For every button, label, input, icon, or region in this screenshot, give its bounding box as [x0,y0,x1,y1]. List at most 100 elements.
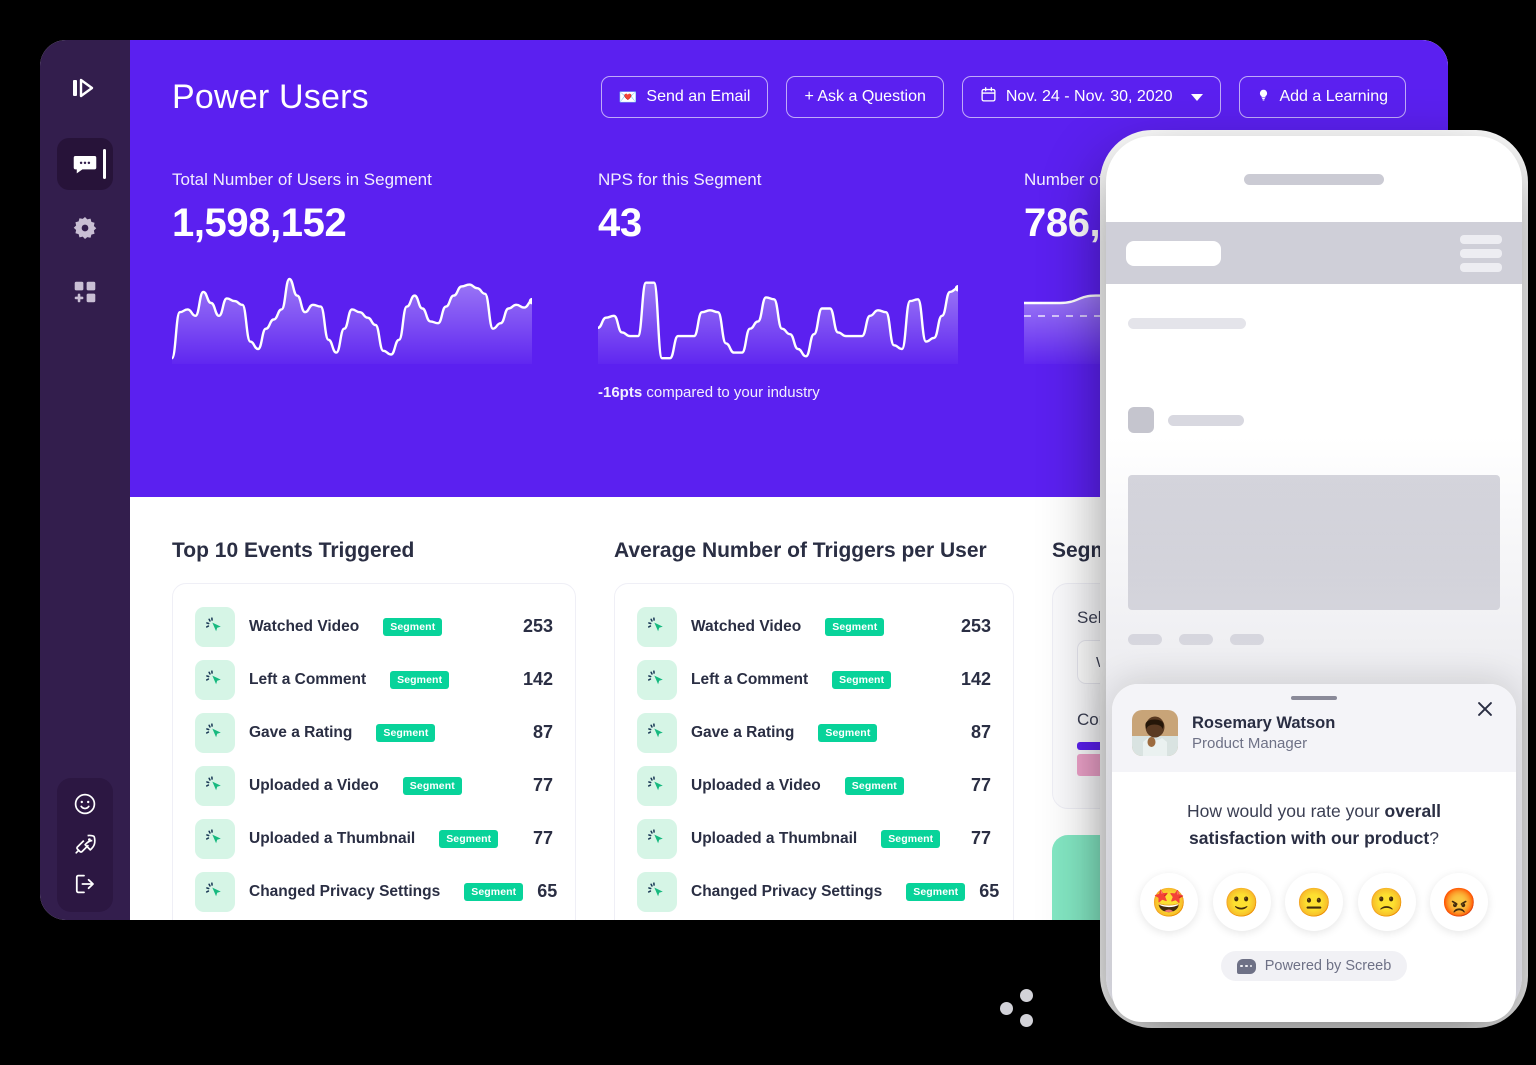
smiley-face-icon[interactable] [73,792,97,816]
status-badge: Segment [818,723,878,742]
lightbulb-icon [1257,86,1270,109]
sidebar-item-integrations[interactable] [57,266,113,318]
table-row[interactable]: Gave a Rating Segment 87 [195,706,553,759]
author-role: Product Manager [1192,734,1308,752]
survey-question: How would you rate your overall satisfac… [1138,798,1490,851]
click-cursor-icon [637,818,677,859]
event-name: Left a Comment [249,670,367,688]
table-row[interactable]: Uploaded a Thumbnail Segment 77 [195,812,553,865]
dot [1020,989,1033,1002]
event-count: 87 [532,722,553,742]
event-name: Uploaded a Video [249,776,379,794]
click-cursor-icon [195,765,235,806]
event-name: Uploaded a Thumbnail [691,829,858,847]
sidebar-item-settings[interactable] [57,202,113,254]
status-badge: Segment [844,776,904,795]
neutral-face-emoji[interactable]: 😐 [1285,873,1343,932]
event-name: Gave a Rating [691,723,795,741]
event-count: 77 [970,828,991,848]
logout-icon[interactable] [73,872,97,896]
hamburger-menu-icon[interactable] [1460,234,1502,272]
event-name: Watched Video [249,617,360,635]
event-count: 87 [970,722,991,742]
table-row[interactable]: Changed Privacy Settings Segment 65 [637,865,999,918]
header-actions: 💌 Send an Email + Ask a Question Nov. 24… [600,76,1406,118]
kpi-delta: -16pts [598,384,643,401]
sidebar-item-messages[interactable] [57,138,113,190]
slightly-smiling-emoji[interactable]: 🙂 [1212,873,1271,932]
click-cursor-icon [637,606,677,647]
events-card: Watched Video Segment 253 Left a Comment Seg… [614,583,1014,920]
table-row[interactable]: Watched Video Segment 253 [637,600,991,653]
event-count: 142 [522,669,553,689]
close-icon[interactable] [1474,698,1496,720]
phone-speaker-bar [1106,136,1522,222]
phone-chip [1179,634,1213,645]
table-row[interactable]: Left a Comment Segment 142 [195,653,553,706]
click-cursor-icon [637,659,677,700]
table-row[interactable]: Watched Video Segment 253 [195,600,553,653]
slightly-frowning-emoji[interactable]: 🙁 [1357,873,1416,932]
event-name: Left a Comment [691,670,809,688]
author-name: Rosemary Watson [1192,713,1336,732]
survey-sheet: Rosemary Watson Product Manager How woul… [1112,684,1516,1022]
status-badge: Segment [439,829,499,848]
hamburger-line [1460,234,1502,244]
panel-title: Average Number of Triggers per User [614,539,987,562]
gear-icon [73,216,97,240]
ask-question-button[interactable]: + Ask a Question [786,76,944,118]
click-cursor-icon [637,765,677,806]
click-cursor-icon [195,606,235,647]
phone-chip-row [1128,634,1500,645]
click-cursor-icon [195,659,235,700]
event-name: Watched Video [691,617,802,635]
chat-bubble-icon [73,155,97,174]
status-badge: Segment [825,617,885,636]
star-struck-emoji[interactable]: 🤩 [1140,873,1198,932]
status-badge: Segment [376,723,436,742]
table-row[interactable]: Gave a Rating Segment 87 [637,706,991,759]
table-row[interactable]: Uploaded a Thumbnail Segment 77 [637,812,991,865]
survey-author: Rosemary Watson Product Manager [1132,710,1496,756]
powered-by-badge[interactable]: Powered by Screeb [1220,951,1408,982]
click-cursor-icon [637,712,677,753]
table-row[interactable]: Left a Comment Segment 142 [637,653,991,706]
chevron-down-icon[interactable] [1191,93,1204,101]
collapse-panel-icon[interactable] [63,66,107,110]
phone-text-placeholder [1128,318,1246,329]
dot [1020,1014,1033,1027]
status-badge: Segment [383,617,443,636]
phone-image-placeholder [1128,475,1500,610]
rocket-icon[interactable] [73,832,97,856]
survey-body: How would you rate your overall satisfac… [1112,772,1516,982]
status-badge: Segment [906,882,966,901]
event-name: Uploaded a Video [691,776,821,794]
angry-face-emoji[interactable]: 😡 [1430,873,1488,932]
phone-avatar-row [1128,407,1500,433]
phone-text-placeholder [1168,414,1244,426]
table-row[interactable]: Uploaded a Video Segment 77 [637,759,991,812]
status-badge: Segment [402,776,462,795]
drag-handle[interactable] [1291,696,1337,700]
table-row[interactable]: Changed Privacy Settings Segment 65 [195,865,557,918]
event-count: 77 [532,775,553,795]
event-name: Changed Privacy Settings [691,882,883,900]
date-range-picker[interactable]: Nov. 24 - Nov. 30, 2020 [961,76,1222,118]
add-learning-button[interactable]: Add a Learning [1239,76,1406,118]
apps-grid-add-icon [74,281,96,303]
phone-avatar-placeholder [1128,407,1154,433]
sparkline-nps [598,264,958,364]
avatar [1132,710,1178,756]
dot [1000,1002,1013,1015]
send-email-button[interactable]: 💌 Send an Email [600,76,769,118]
kpi-comparison: -16pts compared to your industry [598,384,1024,401]
kpi-label: Total Number of Users in Segment [172,170,432,189]
powered-by-label: Powered by Screeb [1264,958,1392,975]
click-cursor-icon [637,871,677,912]
table-row[interactable]: Uploaded a Video Segment 77 [195,759,553,812]
question-tail: ? [1429,827,1439,848]
status-badge: Segment [881,829,941,848]
kpi-value: 43 [598,201,642,245]
calendar-icon [980,86,997,108]
phone-navbar [1106,222,1522,284]
